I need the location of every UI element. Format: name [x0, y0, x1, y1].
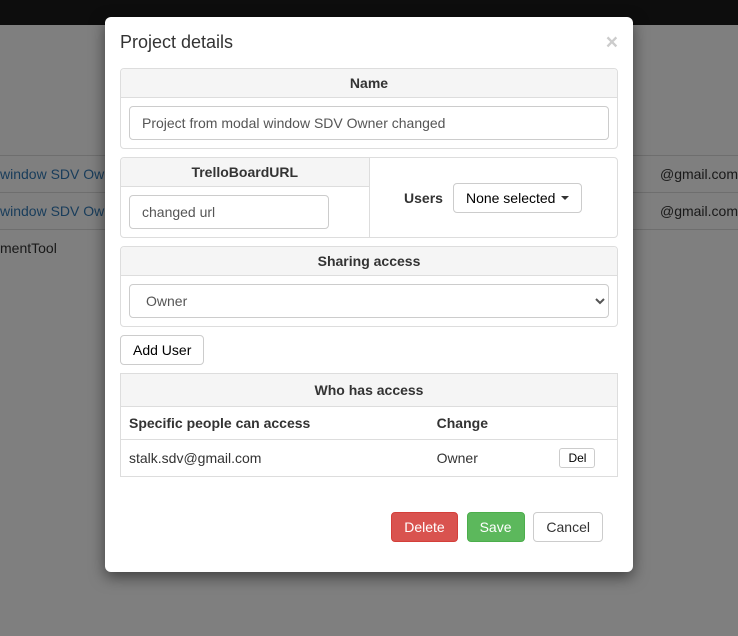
modal-backdrop: Project details × Name TrelloBoardURL	[0, 0, 738, 636]
add-user-button[interactable]: Add User	[120, 335, 204, 365]
access-role: Owner	[429, 440, 538, 477]
delete-access-button[interactable]: Del	[559, 448, 595, 468]
sharing-access-select[interactable]: Owner	[129, 284, 609, 318]
delete-button[interactable]: Delete	[391, 512, 457, 542]
access-col-change: Change	[429, 407, 538, 440]
access-table-title: Who has access	[121, 374, 618, 407]
close-button[interactable]: ×	[606, 32, 618, 53]
cancel-button[interactable]: Cancel	[533, 512, 603, 542]
name-label: Name	[121, 69, 617, 98]
trello-users-panel: TrelloBoardURL Users None selected	[120, 157, 618, 238]
sharing-panel: Sharing access Owner	[120, 246, 618, 327]
users-dropdown[interactable]: None selected	[453, 183, 583, 213]
access-email: stalk.sdv@gmail.com	[121, 440, 429, 477]
name-panel: Name	[120, 68, 618, 149]
project-name-input[interactable]	[129, 106, 609, 140]
project-details-modal: Project details × Name TrelloBoardURL	[105, 17, 633, 572]
users-label: Users	[404, 190, 443, 206]
users-dropdown-label: None selected	[466, 190, 556, 206]
trello-url-input[interactable]	[129, 195, 329, 229]
trello-label: TrelloBoardURL	[121, 158, 369, 187]
access-row: stalk.sdv@gmail.com Owner Del	[121, 440, 618, 477]
caret-down-icon	[561, 196, 569, 200]
access-table: Who has access Specific people can acces…	[120, 373, 618, 477]
modal-title: Project details	[120, 32, 233, 53]
save-button[interactable]: Save	[467, 512, 525, 542]
access-col-people: Specific people can access	[121, 407, 429, 440]
sharing-label: Sharing access	[121, 247, 617, 276]
